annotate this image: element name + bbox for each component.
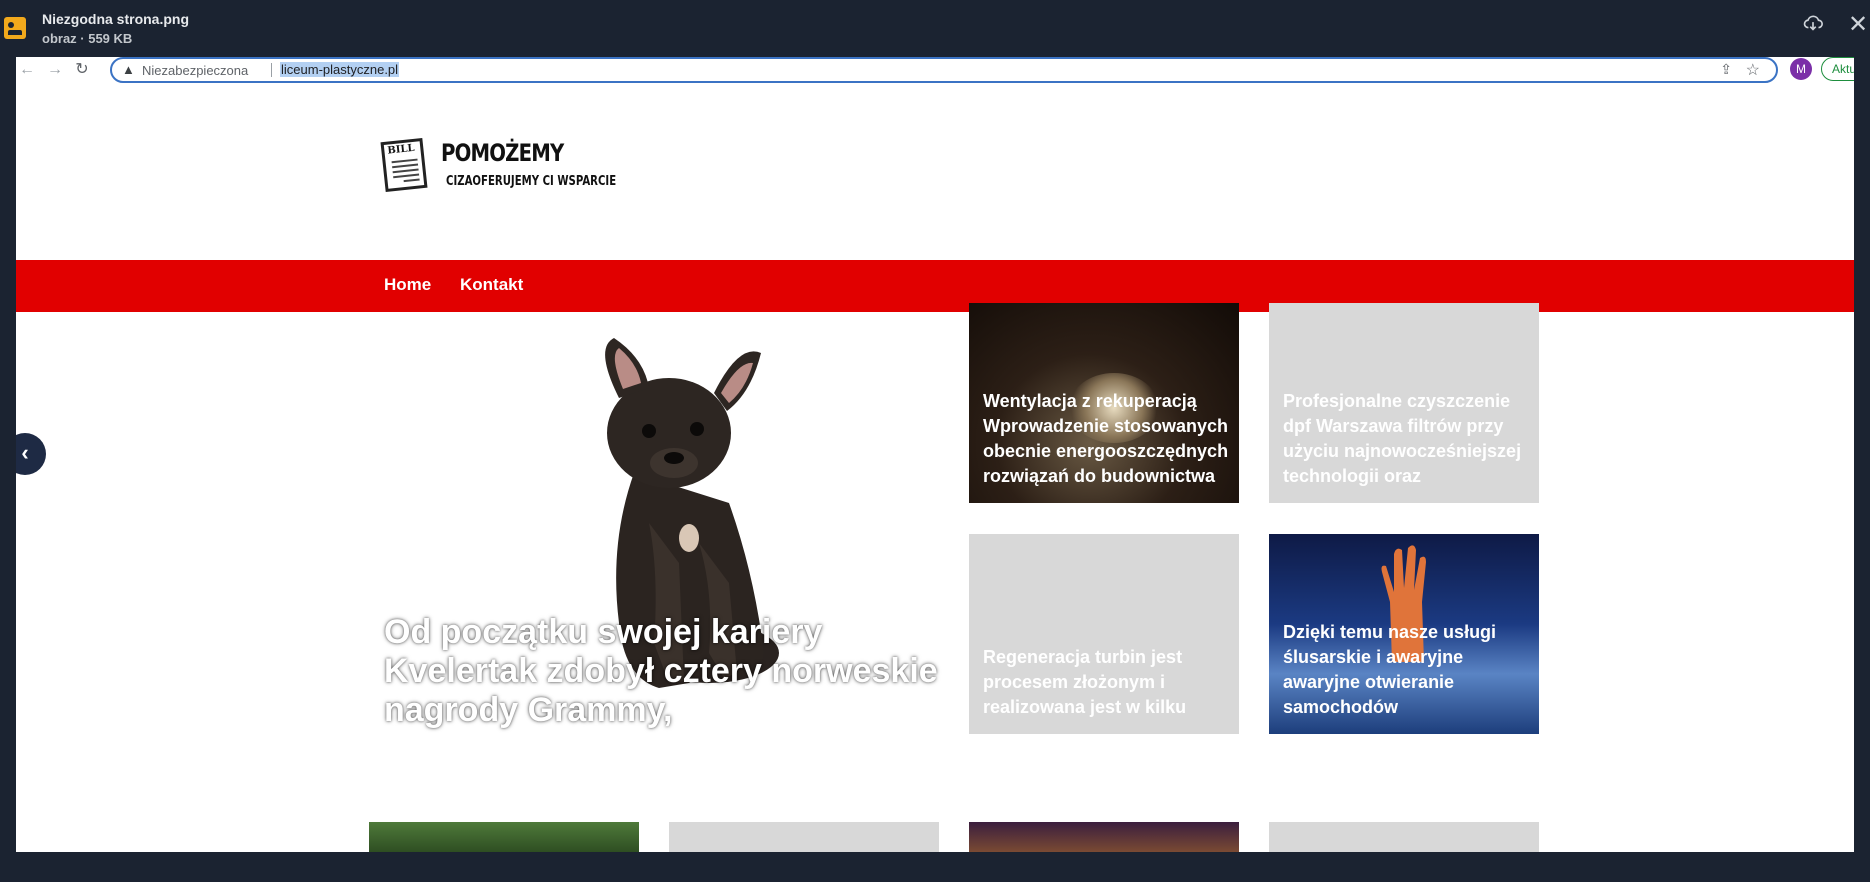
- article-tile-partial[interactable]: [369, 822, 639, 852]
- tile-title[interactable]: Dzięki temu nasze usługi ślusarskie i aw…: [1283, 620, 1531, 720]
- article-tile[interactable]: Wentylacja z rekuperacją Wprowadzenie st…: [969, 303, 1239, 503]
- tile-title[interactable]: Wentylacja z rekuperacją Wprowadzenie st…: [983, 389, 1231, 489]
- close-icon[interactable]: ✕: [1845, 12, 1870, 38]
- share-icon[interactable]: ⇪: [1720, 61, 1732, 78]
- address-bar[interactable]: ▲ Niezabezpieczona liceum-plastyczne.pl …: [110, 57, 1778, 83]
- article-tile-partial[interactable]: [969, 822, 1239, 852]
- article-tile[interactable]: Regeneracja turbin jest procesem złożony…: [969, 534, 1239, 734]
- logo-tagline: CIZAOFERUJEMY CI WSPARCIE: [446, 174, 617, 189]
- nav-contact-link[interactable]: Kontakt: [460, 275, 523, 295]
- chevron-left-icon[interactable]: ‹: [16, 433, 46, 475]
- bookmark-star-icon[interactable]: ☆: [1746, 60, 1760, 80]
- forward-arrow-icon[interactable]: →: [44, 59, 66, 81]
- reload-icon[interactable]: ↻: [71, 59, 93, 81]
- profile-avatar[interactable]: M: [1790, 58, 1812, 80]
- article-tile-partial[interactable]: [1269, 822, 1539, 852]
- file-name: Niezgodna strona.png: [42, 11, 189, 27]
- logo-title: POMOŻEMY: [441, 139, 564, 167]
- article-tile[interactable]: Dzięki temu nasze usługi ślusarskie i aw…: [1269, 534, 1539, 734]
- browser-toolbar: ← → ↻ ▲ Niezabezpieczona liceum-plastycz…: [16, 57, 1854, 85]
- screenshot-frame: ← → ↻ ▲ Niezabezpieczona liceum-plastycz…: [16, 57, 1854, 852]
- hero-title[interactable]: Od początku swojej kariery Kvelertak zdo…: [384, 613, 944, 730]
- tile-title[interactable]: Regeneracja turbin jest procesem złożony…: [983, 645, 1231, 720]
- bill-icon: BILL: [380, 137, 428, 193]
- article-tile[interactable]: Profesjonalne czyszczenie dpf Warszawa f…: [1269, 303, 1539, 503]
- image-file-icon: [4, 17, 26, 39]
- cloud-download-icon[interactable]: [1800, 12, 1826, 38]
- update-button[interactable]: Aktu: [1821, 57, 1854, 81]
- site-logo[interactable]: BILL POMOŻEMY CIZAOFERUJEMY CI WSPARCIE: [380, 137, 617, 207]
- nav-home-link[interactable]: Home: [384, 275, 431, 295]
- viewer-top-bar: Niezgodna strona.png obraz · 559 KB ✕: [0, 0, 1870, 57]
- back-arrow-icon[interactable]: ←: [16, 59, 38, 81]
- omnibox-divider: [271, 63, 272, 77]
- warning-icon: ▲: [122, 62, 135, 77]
- file-meta: obraz · 559 KB: [42, 31, 133, 46]
- hero-article[interactable]: Od początku swojej kariery Kvelertak zdo…: [369, 303, 954, 737]
- article-tile-partial[interactable]: [669, 822, 939, 852]
- url-text[interactable]: liceum-plastyczne.pl: [280, 62, 400, 77]
- tile-title[interactable]: Profesjonalne czyszczenie dpf Warszawa f…: [1283, 389, 1531, 489]
- insecure-label: Niezabezpieczona: [142, 63, 249, 78]
